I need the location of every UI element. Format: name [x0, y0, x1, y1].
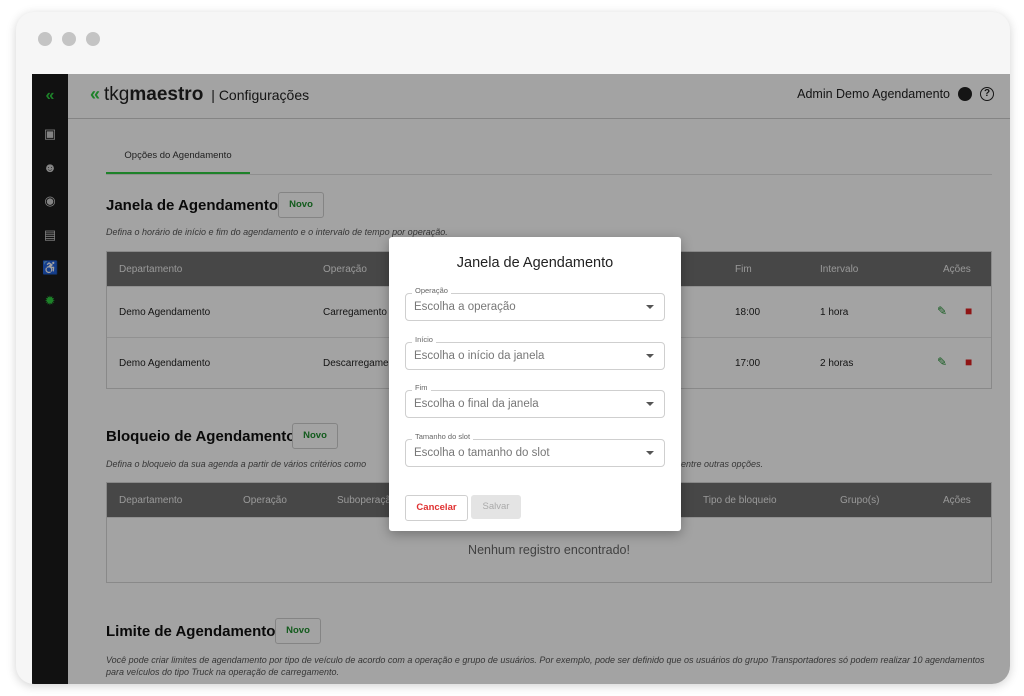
app-screen: « ▣ ☻ ◉ ▤ ♿ ✹ « tkg maestro | Configuraç…: [32, 74, 1010, 684]
window-dot-maximize[interactable]: [86, 32, 100, 46]
window-dot-close[interactable]: [38, 32, 52, 46]
window-dot-minimize[interactable]: [62, 32, 76, 46]
field-label: Início: [412, 335, 436, 344]
operacao-select[interactable]: Operação Escolha a operação: [405, 286, 665, 321]
save-button[interactable]: Salvar: [471, 495, 521, 519]
modal-title: Janela de Agendamento: [456, 255, 614, 271]
dropdown-caret-icon: [646, 451, 654, 455]
field-label: Operação: [412, 286, 451, 295]
field-placeholder: Escolha o início da janela: [414, 350, 545, 362]
dropdown-caret-icon: [646, 354, 654, 358]
field-placeholder: Escolha o tamanho do slot: [414, 447, 550, 459]
dropdown-caret-icon: [646, 402, 654, 406]
field-label: Fim: [412, 383, 431, 392]
field-label: Tamanho do slot: [412, 432, 474, 441]
dropdown-caret-icon: [646, 305, 654, 309]
inicio-select[interactable]: Início Escolha o início da janela: [405, 335, 665, 370]
tamanho-slot-select[interactable]: Tamanho do slot Escolha o tamanho do slo…: [405, 432, 665, 467]
fim-select[interactable]: Fim Escolha o final da janela: [405, 383, 665, 418]
cancel-button[interactable]: Cancelar: [405, 495, 468, 521]
janela-modal: Janela de Agendamento Operação Escolha a…: [389, 237, 681, 531]
browser-window: « ▣ ☻ ◉ ▤ ♿ ✹ « tkg maestro | Configuraç…: [16, 12, 1010, 684]
window-controls: [38, 32, 100, 46]
field-placeholder: Escolha o final da janela: [414, 398, 539, 410]
field-placeholder: Escolha a operação: [414, 301, 516, 313]
